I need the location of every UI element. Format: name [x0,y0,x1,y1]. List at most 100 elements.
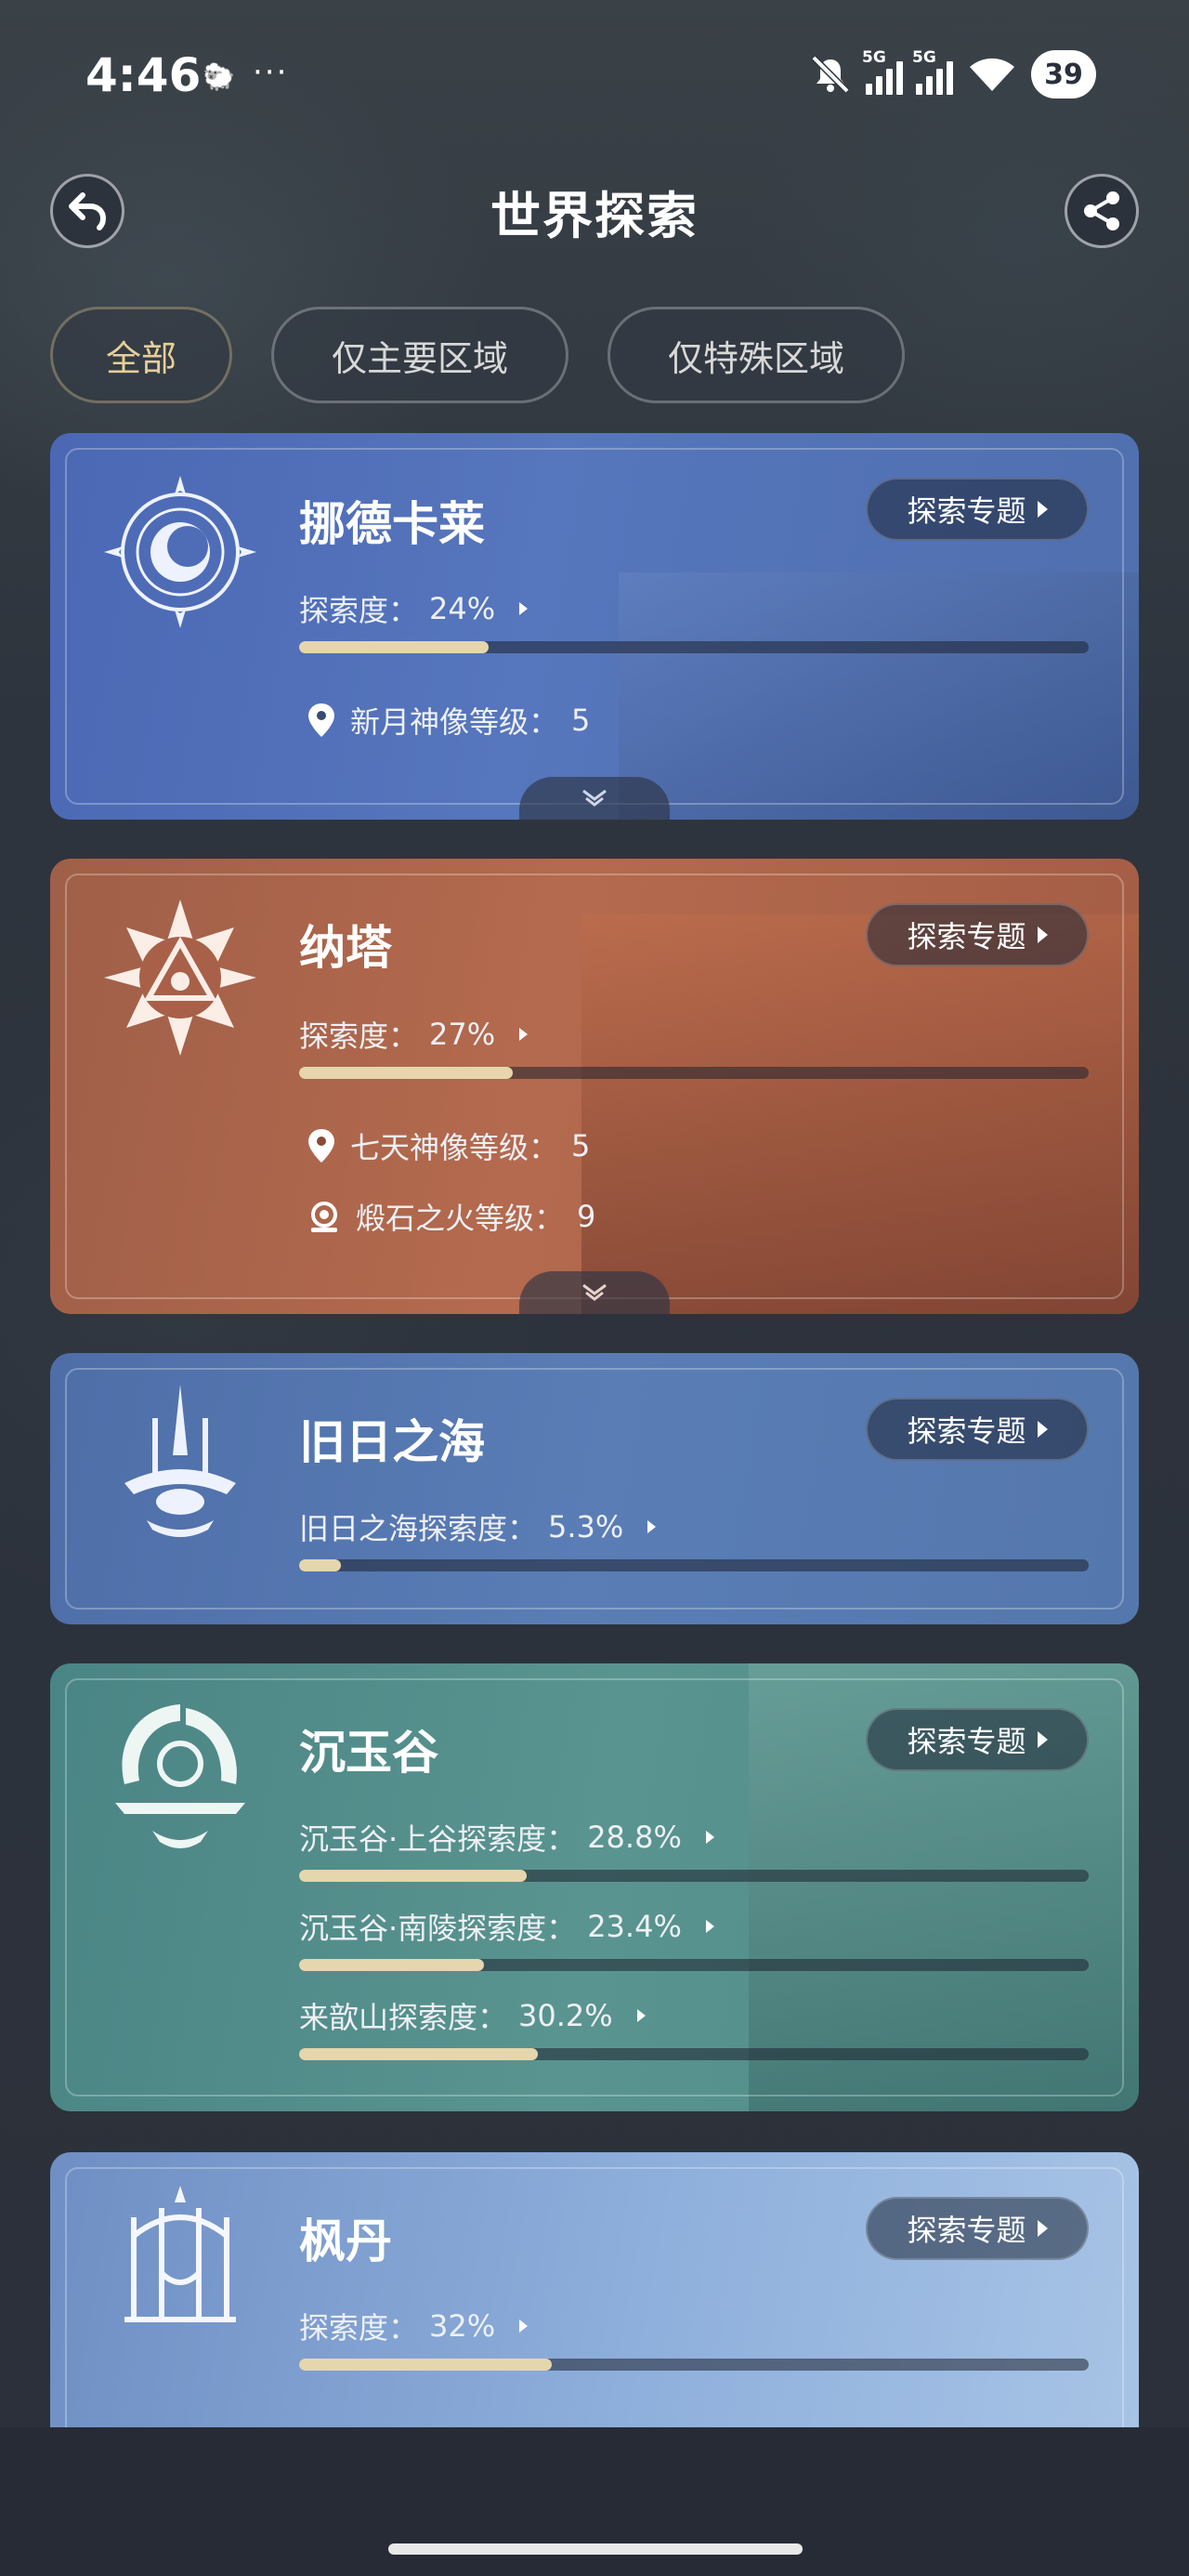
expand-button[interactable] [519,1271,670,1314]
progress-fill [299,1870,527,1882]
caret-right-icon [636,2009,646,2022]
caret-right-icon [519,2320,529,2333]
region-name: 纳塔 [299,921,392,975]
silent-icon [811,55,850,94]
progress-fill [299,1959,484,1971]
chevron-down-icon [582,789,607,807]
exploration-progress-bar [299,641,1089,653]
exploration-progress-bar [299,1067,1089,1079]
flame-level-label: 煅石之火等级： [356,1201,565,1236]
flame-level: 煅石之火等级： 9 [306,1195,595,1238]
region-name: 挪德卡莱 [299,497,485,551]
statue-level: 七天神像等级： 5 [306,1124,590,1167]
exploration-row[interactable]: 探索度： 27% [299,1013,529,1056]
caret-right-icon [705,1920,714,1933]
exploration-value: 5.3% [548,1509,624,1544]
expand-button[interactable] [519,777,670,820]
play-arrow-icon [1037,1731,1048,1748]
flame-level-value: 9 [577,1199,596,1234]
statue-level-value: 5 [571,1128,591,1163]
topic-button-label: 探索专题 [907,919,1026,954]
wifi-icon [970,58,1014,91]
region-card-nodkrai[interactable]: 挪德卡莱 探索专题 探索度： 24% 新月神像等级： 5 [50,433,1139,820]
play-arrow-icon [1037,927,1048,943]
exploration-progress-bar [299,1559,1089,1571]
statue-level-value: 5 [571,703,591,738]
filter-main-regions[interactable]: 仅主要区域 [271,307,568,403]
topic-button[interactable]: 探索专题 [866,1708,1089,1771]
region-name: 枫丹 [299,2215,392,2268]
play-arrow-icon [1037,1421,1048,1438]
region-name: 沉玉谷 [299,1726,438,1780]
region-card-old-sea[interactable]: 旧日之海 探索专题 旧日之海探索度： 5.3% [50,1353,1139,1624]
statue-level-label: 七天神像等级： [350,1130,559,1165]
progress-fill [299,641,489,653]
status-bar: 4:46 🐑 ··· 5G 5G 39 [0,0,1189,158]
region-card-natlan[interactable]: 纳塔 探索专题 探索度： 27% 七天神像等级： 5 煅石之火等级： 9 [50,859,1139,1314]
topic-button[interactable]: 探索专题 [866,2197,1089,2260]
topic-button-label: 探索专题 [907,1413,1026,1449]
exploration-value: 27% [429,1017,496,1052]
exploration-progress-bar [299,1959,1089,1971]
progress-fill [299,1067,513,1079]
page-header: 世界探索 [0,167,1189,251]
exploration-progress-bar [299,2359,1089,2371]
flame-altar-icon [311,1202,337,1232]
topic-button-label: 探索专题 [907,493,1026,529]
exploration-value: 32% [429,2308,496,2344]
more-notifications-icon: ··· [253,54,289,91]
progress-fill [299,2048,538,2060]
old-sea-emblem-icon [124,1385,236,1537]
exploration-label: 沉玉谷·上谷探索度： [299,1821,577,1857]
exploration-label: 探索度： [299,1019,419,1054]
caret-right-icon [519,602,529,615]
exploration-progress-bar [299,1870,1089,1882]
exploration-row-upper-vale[interactable]: 沉玉谷·上谷探索度： 28.8% [299,1816,714,1859]
caret-right-icon [705,1831,714,1844]
exploration-progress-bar [299,2048,1089,2060]
play-arrow-icon [1037,501,1048,518]
topic-button[interactable]: 探索专题 [866,478,1089,541]
share-button[interactable] [1065,174,1139,248]
topic-button-label: 探索专题 [907,1724,1026,1759]
exploration-value: 23.4% [587,1909,682,1944]
signal-icon-1: 5G [862,48,903,95]
filter-bar: 全部 仅主要区域 仅特殊区域 [50,307,905,403]
exploration-value: 30.2% [518,1998,613,2033]
exploration-label: 探索度： [299,593,419,628]
location-pin-icon [308,703,334,737]
natlan-emblem-icon [104,900,256,1056]
page-title: 世界探索 [490,187,699,245]
caret-right-icon [647,1520,657,1533]
exploration-row-southern-mountain[interactable]: 沉玉谷·南陵探索度： 23.4% [299,1905,714,1948]
exploration-label: 旧日之海探索度： [299,1511,538,1546]
exploration-value: 28.8% [587,1820,682,1855]
status-time: 4:46 [85,48,202,102]
filter-all[interactable]: 全部 [50,307,232,403]
location-pin-icon [308,1129,334,1163]
topic-button[interactable]: 探索专题 [866,1398,1089,1461]
chevron-down-icon [582,1283,607,1301]
exploration-value: 24% [429,591,496,626]
statue-level: 新月神像等级： 5 [306,699,590,742]
exploration-row[interactable]: 探索度： 24% [299,587,529,630]
home-indicator[interactable] [388,2543,803,2555]
topic-button-label: 探索专题 [907,2213,1026,2248]
exploration-label: 来歆山探索度： [299,2000,508,2035]
exploration-label: 探索度： [299,2310,419,2346]
battery-icon: 39 [1031,50,1096,99]
notification-icon: 🐑 [203,61,235,92]
topic-button[interactable]: 探索专题 [866,903,1089,966]
region-name: 旧日之海 [299,1415,485,1469]
statue-level-label: 新月神像等级： [350,704,559,740]
exploration-row[interactable]: 探索度： 32% [299,2305,529,2347]
chenyu-emblem-icon [115,1704,245,1848]
caret-right-icon [519,1028,529,1041]
play-arrow-icon [1037,2220,1048,2237]
filter-special-regions[interactable]: 仅特殊区域 [608,307,905,403]
status-icons: 5G 5G 39 [808,46,1096,102]
exploration-row-lingmeng[interactable]: 来歆山探索度： 30.2% [299,1994,646,2037]
exploration-label: 沉玉谷·南陵探索度： [299,1911,577,1946]
region-card-chenyu-vale[interactable]: 沉玉谷 探索专题 沉玉谷·上谷探索度： 28.8% 沉玉谷·南陵探索度： 23.… [50,1663,1139,2111]
exploration-row[interactable]: 旧日之海探索度： 5.3% [299,1505,657,1548]
